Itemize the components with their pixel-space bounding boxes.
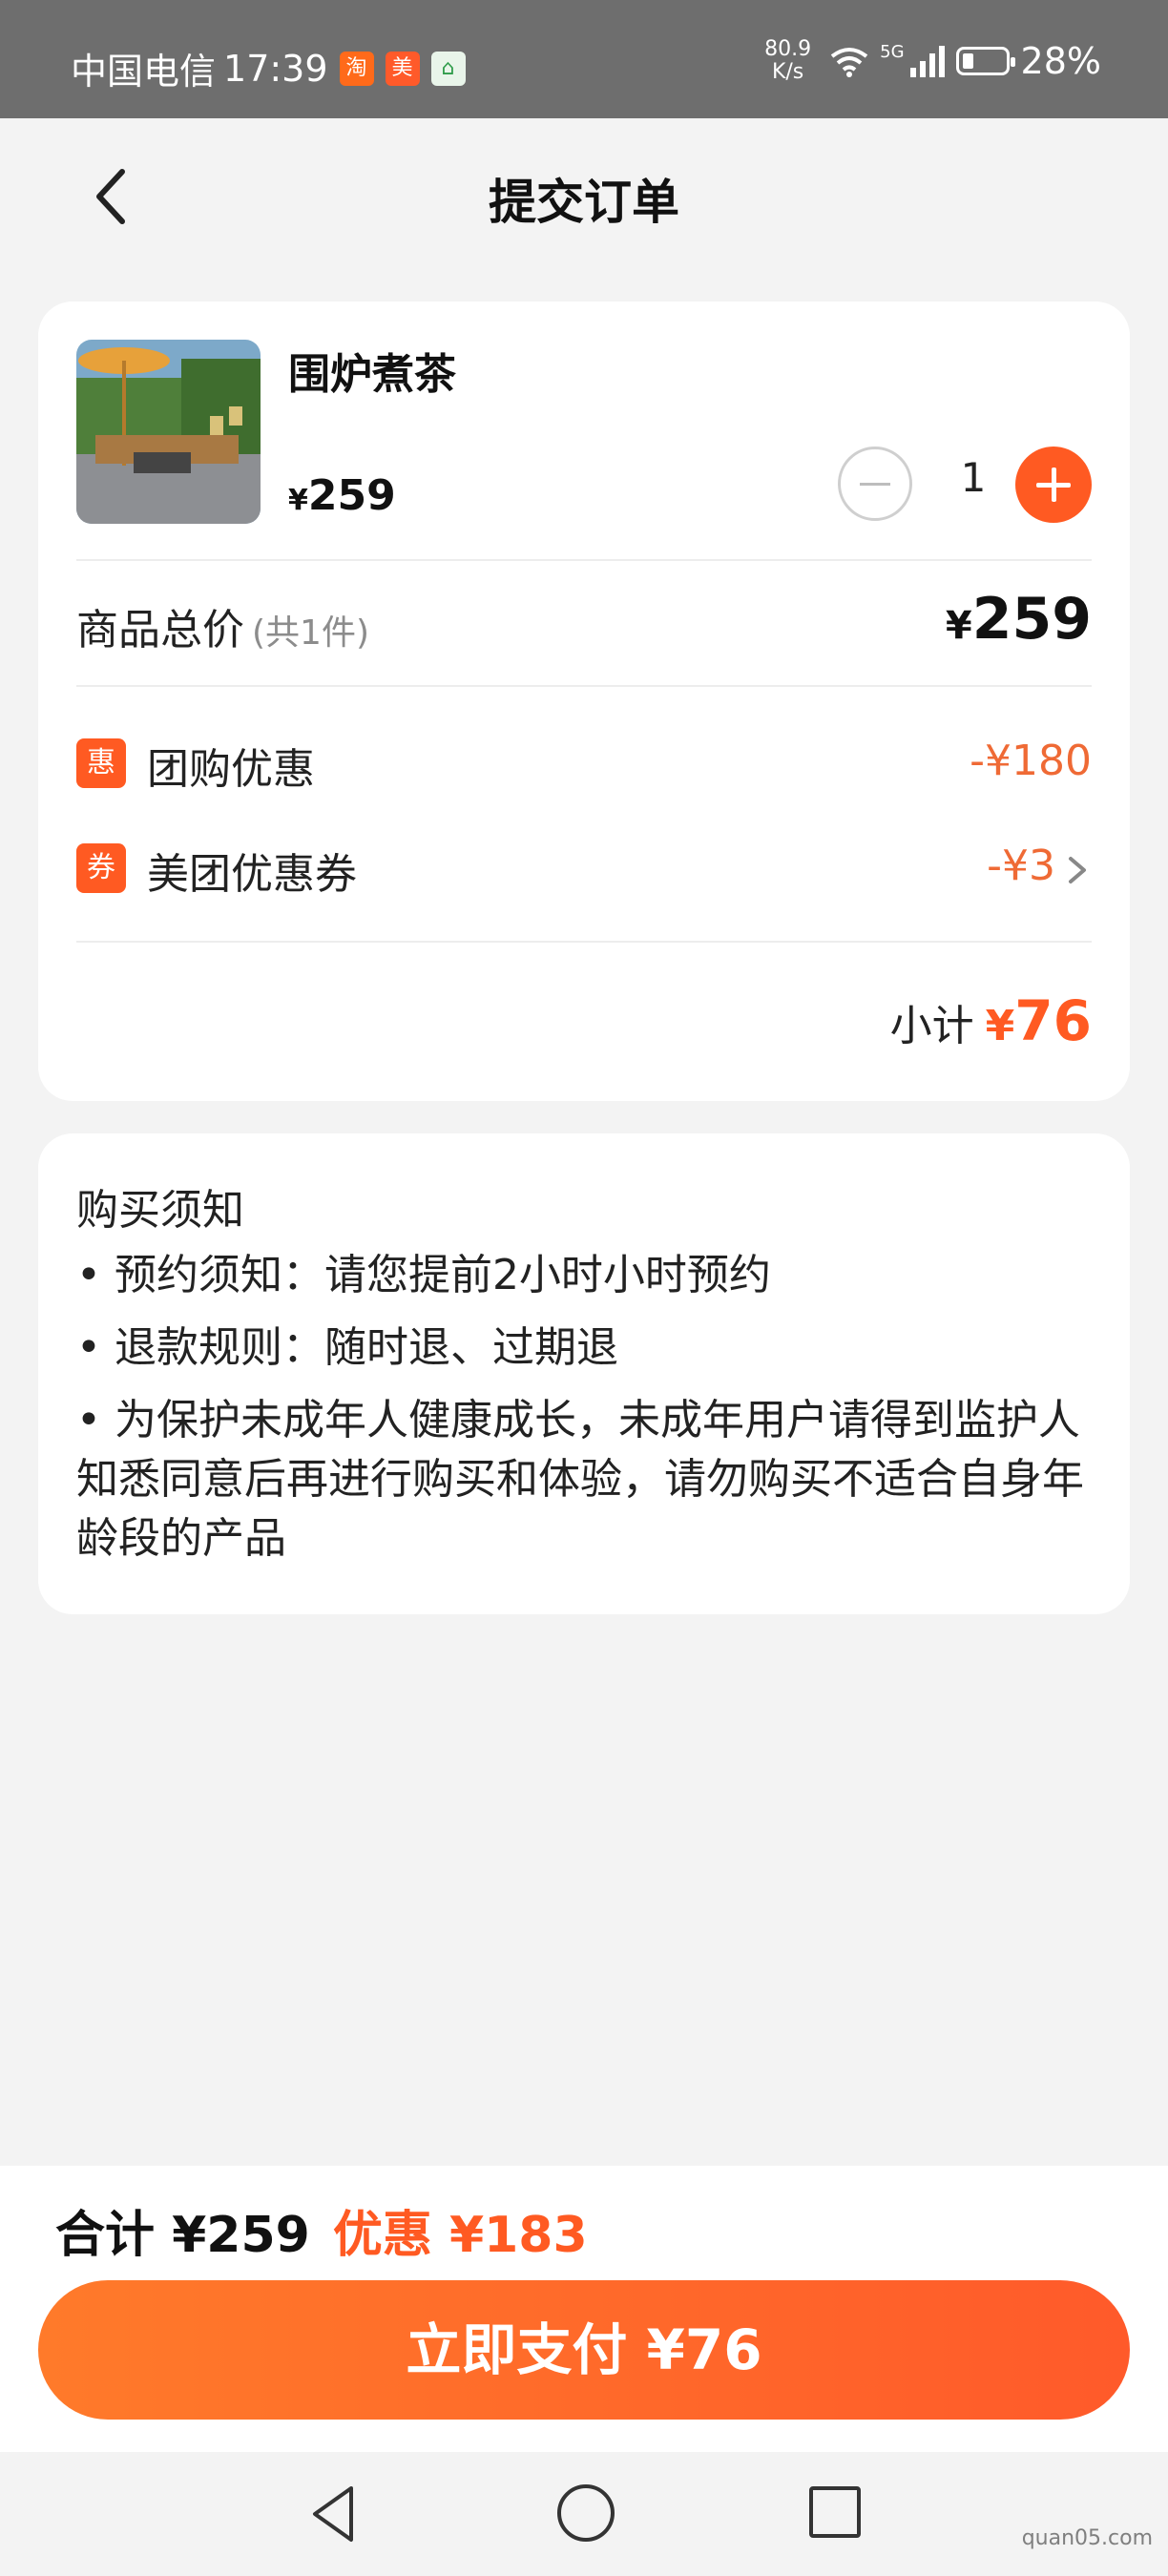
decrease-quantity-button[interactable] — [838, 447, 912, 521]
battery-icon — [955, 47, 1015, 75]
battery-fill — [962, 53, 974, 69]
notice-item: • 退款规则：随时退、过期退 — [76, 1323, 618, 1372]
item-count: (共1件) — [252, 613, 369, 653]
subtotal: 小计 ¥76 — [890, 988, 1092, 1053]
signal-icon — [909, 46, 945, 77]
carrier-label: 中国电信 — [71, 51, 217, 93]
meituan-icon: 美 — [385, 51, 420, 86]
product-photo — [76, 340, 261, 524]
product-currency: ¥ — [288, 484, 308, 517]
order-total: 合计 ¥259 — [55, 2207, 310, 2264]
net-speed-unit: K/s — [771, 60, 804, 84]
status-left: 中国电信 17:39 淘 美 ⌂ — [71, 42, 466, 94]
wifi-icon — [830, 48, 868, 77]
status-bar: 中国电信 17:39 淘 美 ⌂ 80.9 K/s 5G 28% — [0, 0, 1168, 118]
discount-label: 团购优惠 — [147, 745, 315, 794]
discount-value: -¥180 — [970, 737, 1092, 785]
product-image[interactable] — [76, 340, 261, 524]
notice-item: • 预约须知：请您提前2小时小时预约 — [76, 1251, 771, 1299]
divider — [76, 559, 1092, 561]
increase-quantity-button[interactable] — [1015, 447, 1092, 523]
purchase-notice-card: 购买须知 • 预约须知：请您提前2小时小时预约 • 退款规则：随时退、过期退 •… — [38, 1133, 1130, 1614]
taobao-icon: 淘 — [339, 51, 374, 86]
subtotal-label: 小计 — [889, 1002, 974, 1050]
subtotal-currency: ¥ — [985, 1002, 1015, 1050]
goods-total-price: ¥259 — [946, 586, 1092, 653]
nav-back-icon[interactable] — [307, 2481, 361, 2547]
nav-recent-apps-icon[interactable] — [809, 2486, 861, 2538]
home-icon: ⌂ — [430, 51, 466, 86]
coupon-tag-icon: 券 — [76, 843, 126, 893]
net-speed: 80.9 K/s — [764, 38, 811, 84]
product-price-value: 259 — [307, 471, 396, 520]
order-sum: 合计 ¥259 优惠 ¥183 — [55, 2194, 588, 2266]
notice-item: • 为保护未成年人健康成长，未成年用户请得到监护人知悉同意后再进行购买和体验，请… — [76, 1396, 1084, 1563]
order-card: 围炉煮茶 ¥259 1 商品总价 (共1件) ¥259 惠 团购优惠 -¥180 … — [38, 301, 1130, 1101]
discount-tag-icon: 惠 — [76, 738, 126, 788]
product-name: 围炉煮茶 — [288, 350, 456, 399]
goods-total-value: 259 — [971, 586, 1092, 653]
page-header: 提交订单 — [0, 118, 1168, 271]
subtotal-value: 76 — [1014, 988, 1092, 1053]
clock: 17:39 — [223, 47, 328, 90]
order-discount: 优惠 ¥183 — [332, 2207, 588, 2264]
notice-title: 购买须知 — [76, 1186, 244, 1235]
goods-total-text: 商品总价 — [76, 606, 244, 654]
divider — [76, 941, 1092, 943]
pay-now-button[interactable]: 立即支付 ¥76 — [38, 2280, 1130, 2420]
coupon-value: -¥3 — [987, 841, 1055, 890]
goods-total-currency: ¥ — [945, 604, 972, 648]
group-discount-row: 惠 团购优惠 -¥180 — [76, 733, 1092, 794]
coupon-row[interactable]: 券 美团优惠券 -¥3 — [76, 838, 1092, 899]
goods-total-label: 商品总价 (共1件) — [76, 595, 369, 656]
nav-home-icon[interactable] — [557, 2484, 615, 2542]
network-type: 5G — [880, 42, 905, 62]
battery-percent: 28% — [1020, 40, 1101, 82]
product-price: ¥259 — [288, 471, 396, 520]
divider — [76, 685, 1092, 687]
watermark: quan05.com — [1021, 2526, 1153, 2550]
bottom-action-bar: 合计 ¥259 优惠 ¥183 立即支付 ¥76 — [0, 2166, 1168, 2452]
notice-list: • 预约须知：请您提前2小时小时预约 • 退款规则：随时退、过期退 • 为保护未… — [76, 1246, 1092, 1582]
status-right: 80.9 K/s 5G 28% — [764, 38, 1101, 84]
chevron-right-icon — [1069, 857, 1086, 883]
coupon-label: 美团优惠券 — [147, 850, 357, 899]
net-speed-value: 80.9 — [764, 37, 812, 61]
quantity-value: 1 — [960, 454, 987, 501]
system-nav-bar — [0, 2452, 1168, 2576]
page-title: 提交订单 — [489, 175, 679, 230]
